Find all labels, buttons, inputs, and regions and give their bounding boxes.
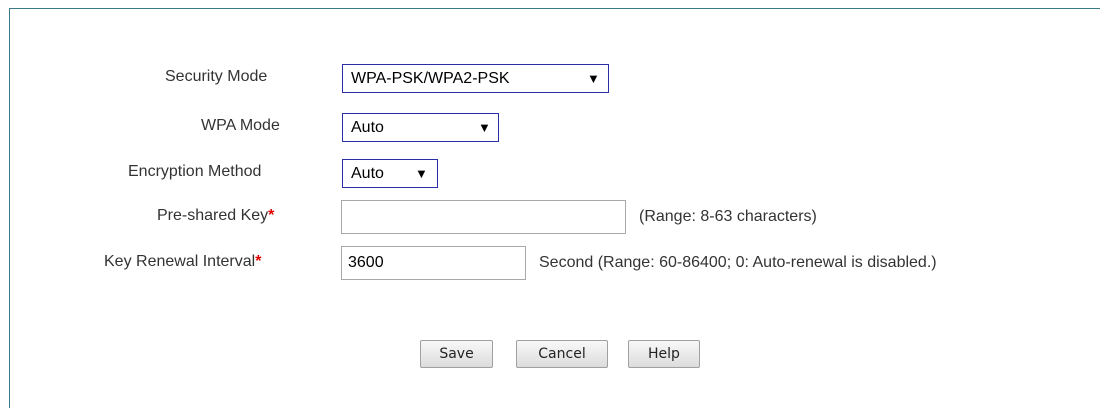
encryption-method-label: Encryption Method bbox=[128, 163, 262, 180]
pre-shared-key-hint: (Range: 8-63 characters) bbox=[639, 208, 817, 225]
security-mode-select[interactable]: WPA-PSK/WPA2-PSK ▼ bbox=[342, 64, 609, 93]
chevron-down-icon: ▼ bbox=[478, 120, 491, 135]
key-renewal-interval-input[interactable]: 3600 bbox=[341, 246, 526, 280]
encryption-method-select[interactable]: Auto ▼ bbox=[342, 159, 438, 188]
encryption-method-value: Auto bbox=[351, 165, 384, 182]
pre-shared-key-input[interactable] bbox=[341, 200, 626, 234]
chevron-down-icon: ▼ bbox=[587, 71, 600, 86]
required-asterisk: * bbox=[255, 253, 262, 270]
cancel-button[interactable]: Cancel bbox=[516, 340, 608, 368]
help-button[interactable]: Help bbox=[628, 340, 700, 368]
key-renewal-interval-label: Key Renewal Interval* bbox=[104, 253, 261, 271]
pre-shared-key-label-text: Pre-shared Key bbox=[157, 207, 269, 224]
wpa-mode-select[interactable]: Auto ▼ bbox=[342, 113, 499, 142]
security-mode-value: WPA-PSK/WPA2-PSK bbox=[351, 70, 510, 87]
key-renewal-interval-label-text: Key Renewal Interval bbox=[104, 253, 256, 270]
wpa-mode-label: WPA Mode bbox=[201, 117, 280, 134]
wpa-mode-value: Auto bbox=[351, 119, 384, 136]
chevron-down-icon: ▼ bbox=[415, 166, 428, 181]
security-mode-label: Security Mode bbox=[165, 68, 268, 85]
pre-shared-key-label: Pre-shared Key* bbox=[157, 207, 274, 225]
save-button[interactable]: Save bbox=[420, 340, 493, 368]
key-renewal-interval-hint: Second (Range: 60-86400; 0: Auto-renewal… bbox=[539, 254, 937, 271]
required-asterisk: * bbox=[268, 207, 275, 224]
